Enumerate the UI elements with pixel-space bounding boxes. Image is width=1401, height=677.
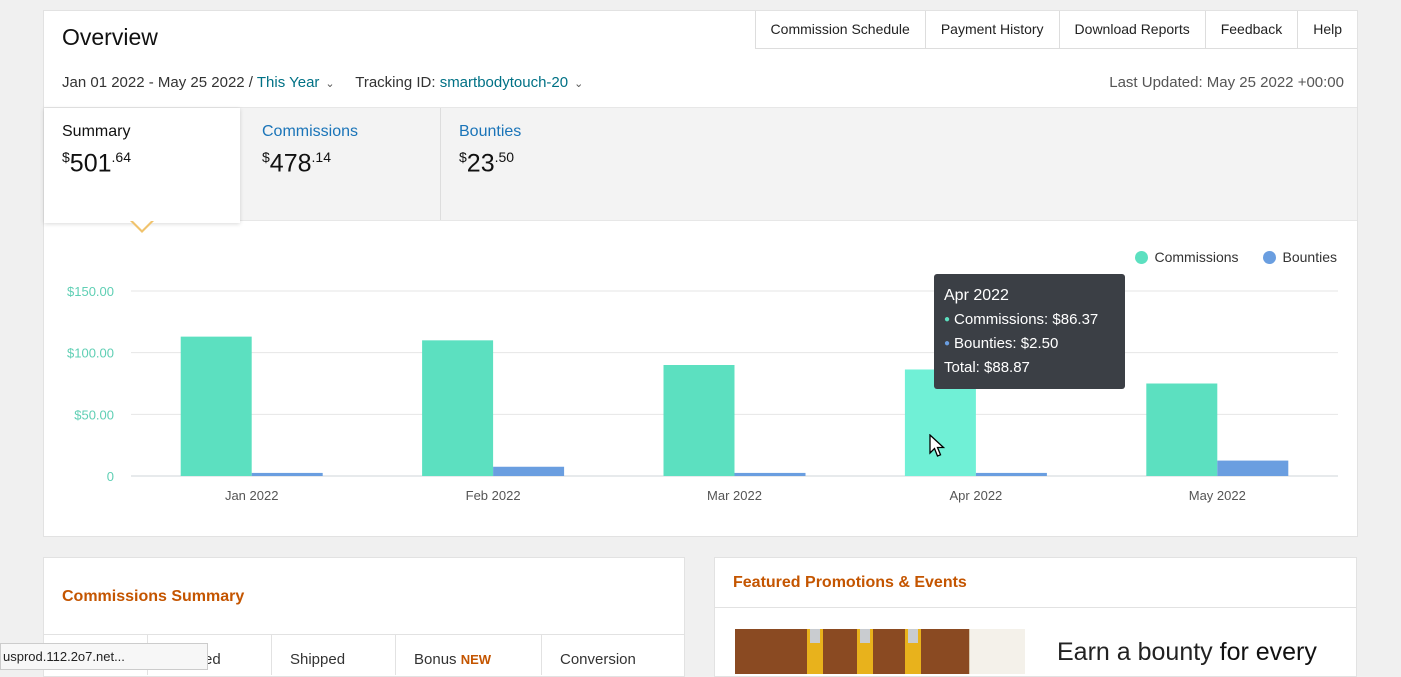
summary-amount: $501.64 (62, 149, 131, 178)
column-header-bonus: Bonus NEW (396, 635, 542, 675)
chevron-down-icon: ⌄ (574, 78, 584, 90)
top-links: Commission Schedule Payment History Down… (754, 11, 1357, 49)
y-tick-label: $50.00 (74, 407, 114, 422)
date-range-text: Jan 01 2022 - May 25 2022 / (62, 74, 253, 91)
promo-image[interactable] (735, 629, 1025, 674)
browser-status-bar: usprod.112.2o7.net... (0, 643, 208, 670)
summary-tabs: Summary $501.64 Commissions $478.14 Boun… (44, 107, 1357, 223)
dot-icon: ● (944, 314, 951, 325)
tab-commissions[interactable]: Commissions $478.14 (244, 108, 440, 220)
tooltip-title: Apr 2022 (944, 287, 1009, 304)
earnings-bar-chart: 0 $50.00 $100.00 $150.00 Jan 2022 Feb 2022 Mar… (67, 284, 1338, 503)
chart-tooltip: Apr 2022 ● Commissions: $86.37 ● Bounties:… (934, 274, 1125, 389)
last-updated: Last Updated: May 25 2022 +00:00 (1109, 74, 1344, 91)
mouse-cursor-icon (929, 434, 946, 457)
filters-bar: Jan 01 2022 - May 25 2022 / This Year ⌄ T… (62, 74, 583, 91)
bar-bounties-may-2022 (1217, 460, 1289, 476)
promo-headline[interactable]: Earn a bounty for every (1057, 638, 1317, 667)
bar-bounties-jan-2022 (251, 472, 323, 476)
tab-summary[interactable]: Summary $501.64 (44, 108, 240, 223)
tooltip-total: Total: $88.87 (944, 359, 1030, 376)
y-tick-label: 0 (107, 469, 114, 484)
column-header: Shipped (272, 635, 396, 675)
period-label: This Year (256, 74, 320, 91)
commissions-amount: $478.14 (262, 149, 331, 178)
tracking-label: Tracking ID: (355, 74, 436, 91)
bar-commissions-jan-2022 (180, 336, 252, 476)
chevron-down-icon: ⌄ (325, 78, 335, 90)
featured-promotions-panel: Featured Promotions & Events Earn a boun… (714, 557, 1357, 677)
x-tick-label: Apr 2022 (950, 488, 1003, 503)
tooltip-bounties: ● Bounties: $2.50 (944, 335, 1059, 352)
y-tick-label: $100.00 (67, 346, 114, 361)
page-title: Overview (62, 24, 158, 50)
download-reports-link[interactable]: Download Reports (1059, 11, 1206, 49)
bar-commissions-may-2022 (1146, 383, 1218, 476)
bar-bounties-apr-2022 (975, 472, 1047, 476)
x-tick-label: Jan 2022 (225, 488, 279, 503)
pencil-graphic (807, 629, 823, 674)
y-tick-label: $150.00 (67, 284, 114, 299)
overview-panel: Overview Commission Schedule Payment His… (43, 10, 1358, 537)
column-header: Conversion (560, 651, 636, 668)
tab-bounties[interactable]: Bounties $23.50 (441, 108, 637, 220)
x-tick-label: Feb 2022 (466, 488, 521, 503)
bounties-amount: $23.50 (459, 149, 515, 178)
commissions-summary-title: Commissions Summary (62, 588, 245, 605)
bar-commissions-feb-2022 (422, 340, 494, 476)
feedback-link[interactable]: Feedback (1205, 11, 1299, 49)
tab-label: Bounties (459, 123, 522, 140)
pencil-graphic (905, 629, 921, 674)
tooltip-commissions: ● Commissions: $86.37 (944, 311, 1099, 328)
bar-commissions-mar-2022 (663, 365, 735, 476)
help-link[interactable]: Help (1298, 11, 1357, 49)
tab-label: Commissions (262, 123, 359, 140)
featured-title: Featured Promotions & Events (733, 574, 967, 591)
bar-bounties-mar-2022 (734, 472, 806, 476)
bar-bounties-feb-2022 (493, 466, 565, 476)
x-tick-label: May 2022 (1189, 488, 1246, 503)
period-dropdown[interactable]: This Year ⌄ (257, 74, 335, 91)
pencil-graphic (857, 629, 873, 674)
payment-history-link[interactable]: Payment History (925, 11, 1060, 49)
new-badge: NEW (460, 652, 492, 667)
tracking-id-value: smartbodytouch-20 (439, 74, 569, 91)
paper-graphic (969, 629, 1025, 674)
x-tick-label: Mar 2022 (707, 488, 762, 503)
active-tab-pointer (130, 220, 154, 233)
tracking-id-dropdown[interactable]: smartbodytouch-20 ⌄ (440, 74, 584, 91)
divider (715, 607, 1356, 608)
dot-icon: ● (944, 338, 951, 349)
commission-schedule-link[interactable]: Commission Schedule (755, 11, 926, 49)
tab-label: Summary (62, 123, 131, 140)
